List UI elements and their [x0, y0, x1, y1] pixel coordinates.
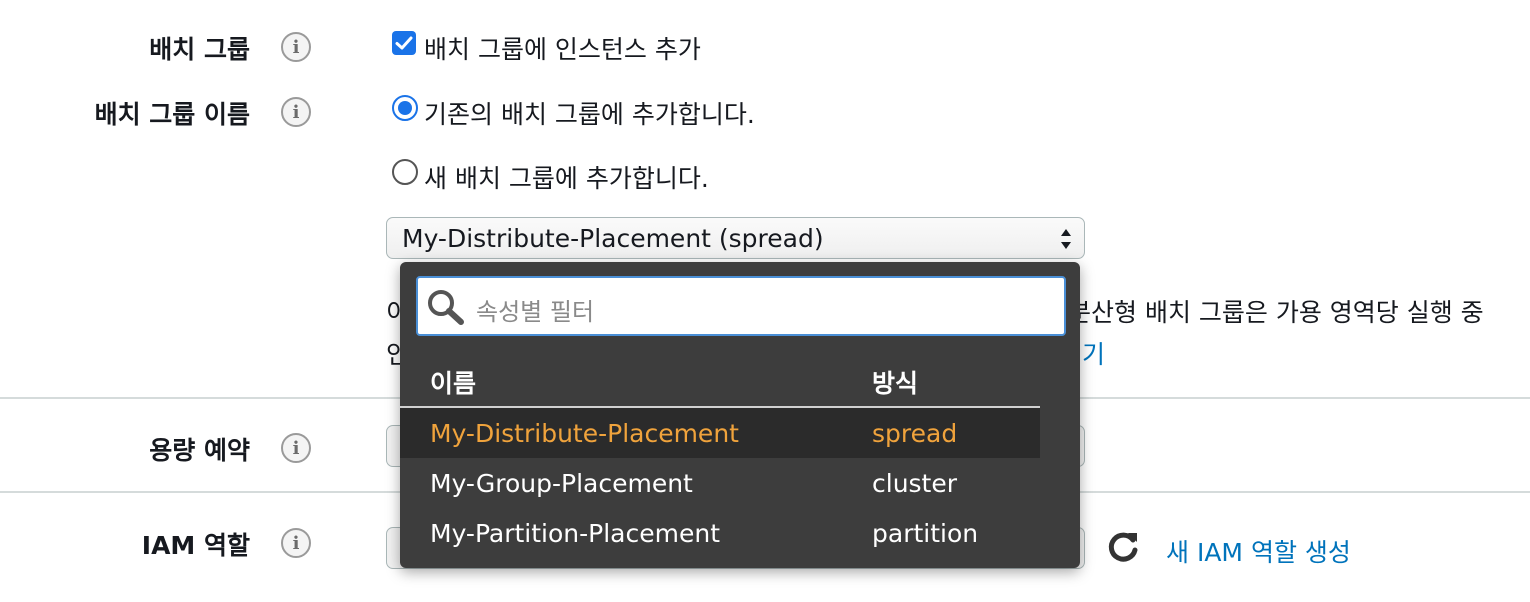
- placement-group-label: 배치 그룹: [149, 35, 250, 64]
- column-header-strategy[interactable]: 방식: [872, 364, 918, 400]
- info-icon[interactable]: i: [281, 528, 311, 558]
- placement-group-select[interactable]: My-Distribute-Placement (spread): [386, 217, 1085, 259]
- iam-role-label: IAM 역할: [141, 531, 250, 560]
- option-strategy: cluster: [872, 469, 958, 498]
- placement-group-dropdown: 속성별 필터 이름 방식 My-Distribute-Placement spr…: [400, 262, 1080, 568]
- filter-input-box[interactable]: 속성별 필터: [416, 276, 1066, 336]
- info-icon[interactable]: i: [281, 433, 311, 463]
- create-iam-role-link[interactable]: 새 IAM 역할 생성: [1166, 533, 1351, 569]
- option-strategy: partition: [872, 519, 979, 548]
- placement-group-name-label: 배치 그룹 이름: [94, 100, 250, 129]
- info-icon[interactable]: i: [281, 97, 311, 127]
- option-name: My-Group-Placement: [430, 469, 693, 498]
- learn-more-link[interactable]: 기: [1082, 335, 1105, 371]
- dropdown-option[interactable]: My-Partition-Placement partition: [400, 508, 1040, 558]
- refresh-icon[interactable]: [1104, 528, 1142, 566]
- radio-existing-group[interactable]: [392, 95, 418, 121]
- radio-new-group-label[interactable]: 새 배치 그룹에 추가합니다.: [424, 159, 709, 195]
- placement-group-select-value: My-Distribute-Placement (spread): [402, 224, 824, 253]
- option-name: My-Distribute-Placement: [430, 419, 739, 448]
- option-name: My-Partition-Placement: [430, 519, 721, 548]
- dropdown-option[interactable]: My-Distribute-Placement spread: [400, 408, 1040, 458]
- help-text-line1-end: 분산형 배치 그룹은 가용 영역당 실행 중: [1068, 298, 1484, 327]
- checkbox-checked-icon: [395, 36, 413, 50]
- dropdown-option[interactable]: My-Group-Placement cluster: [400, 458, 1040, 508]
- radio-new-group[interactable]: [392, 159, 418, 185]
- filter-placeholder: 속성별 필터: [476, 298, 595, 326]
- placement-group-checkbox[interactable]: [392, 31, 416, 55]
- select-arrows-icon: [1061, 229, 1071, 249]
- placement-group-checkbox-label[interactable]: 배치 그룹에 인스턴스 추가: [424, 30, 701, 66]
- radio-existing-group-label[interactable]: 기존의 배치 그룹에 추가합니다.: [424, 95, 755, 131]
- column-header-name[interactable]: 이름: [430, 364, 476, 400]
- capacity-reservation-label: 용량 예약: [149, 436, 250, 465]
- search-icon: [428, 290, 464, 325]
- info-icon[interactable]: i: [281, 32, 311, 62]
- option-strategy: spread: [872, 419, 958, 448]
